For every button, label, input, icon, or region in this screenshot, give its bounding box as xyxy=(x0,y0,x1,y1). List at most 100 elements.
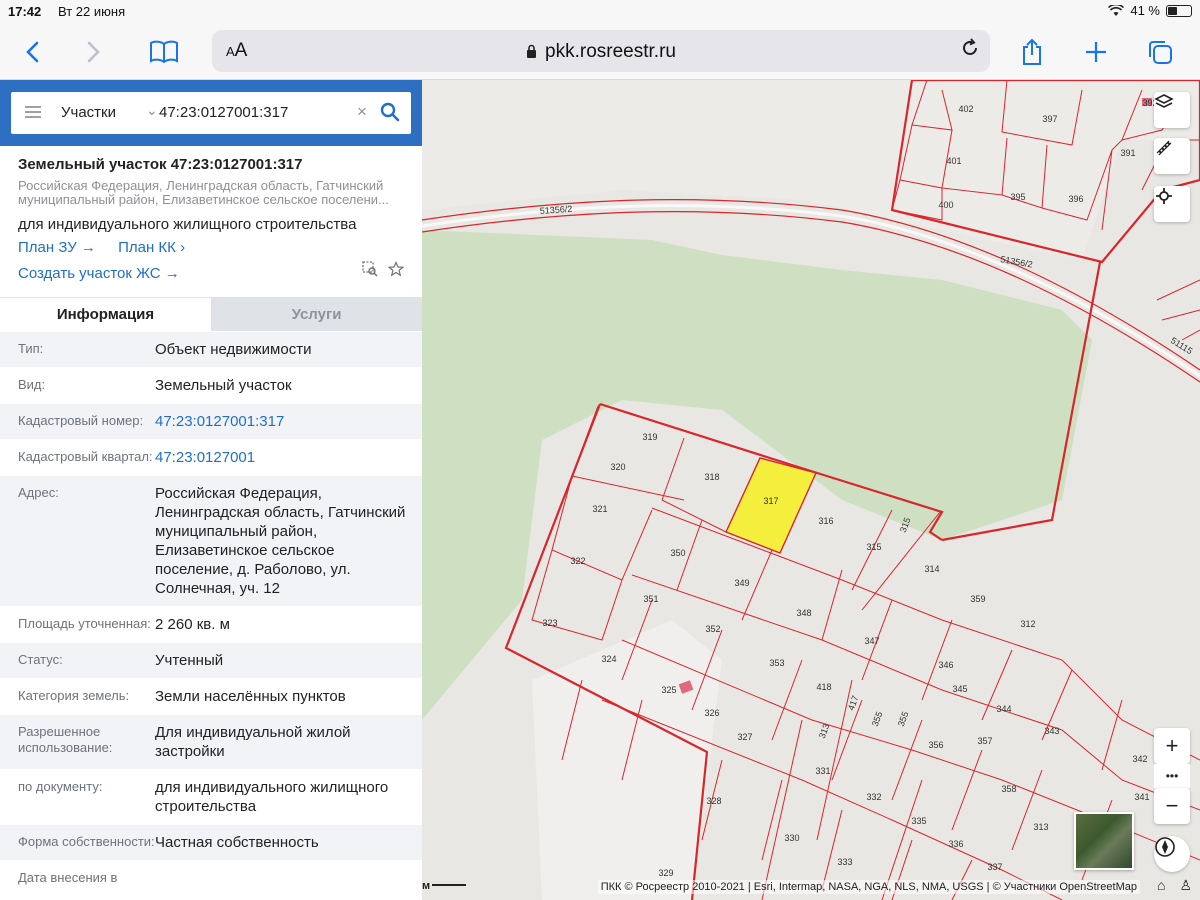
parcel-number-label: 319 xyxy=(642,432,657,442)
map-canvas[interactable]: 4023973924013914003953963873193203183173… xyxy=(422,80,1200,900)
star-icon[interactable] xyxy=(388,261,404,277)
parcel-address-short: Российская Федерация, Ленинградская обла… xyxy=(18,178,389,207)
compass-icon[interactable] xyxy=(1154,836,1190,872)
ruler-icon[interactable] xyxy=(1154,138,1190,174)
parcel-number-label: 418 xyxy=(816,682,831,692)
tab-information[interactable]: Информация xyxy=(0,297,211,331)
parcel-number-label: 331 xyxy=(815,766,830,776)
map-attribution: ПКК © Росреестр 2010-2021 | Esri, Interm… xyxy=(597,880,1140,894)
locate-on-map-icon[interactable] xyxy=(362,261,378,277)
parcel-number-label: 313 xyxy=(1033,822,1048,832)
info-table: Тип: Объект недвижимости Вид: Земельный уча… xyxy=(0,331,422,894)
info-key: Статус: xyxy=(18,652,63,667)
menu-icon[interactable] xyxy=(25,106,41,118)
info-value: 2 260 кв. м xyxy=(155,616,230,633)
forward-icon[interactable] xyxy=(76,34,112,70)
info-value: Земельный участок xyxy=(155,377,292,394)
info-row: Вид: Земельный участок xyxy=(0,367,422,403)
info-row: Тип: Объект недвижимости xyxy=(0,331,422,367)
search-icon[interactable] xyxy=(378,100,402,124)
bookmarks-icon[interactable] xyxy=(146,34,182,70)
parcel-number-label: 352 xyxy=(705,624,720,634)
parcel-number-label: 328 xyxy=(706,796,721,806)
parcel-number-label: 391 xyxy=(1120,148,1135,158)
parcel-links: План ЗУ → План КК › xyxy=(18,239,404,265)
parcel-number-label: 317 xyxy=(763,496,778,506)
browser-toolbar: AA pkk.rosreestr.ru xyxy=(0,24,1200,80)
parcel-number-label: 330 xyxy=(784,833,799,843)
share-icon[interactable] xyxy=(1014,34,1050,70)
parcel-number-label: 345 xyxy=(952,684,967,694)
info-key: Категория земель: xyxy=(18,688,130,703)
back-icon[interactable] xyxy=(14,34,50,70)
chevron-down-icon[interactable]: ⌄ xyxy=(146,102,158,119)
parcel-number-label: 337 xyxy=(987,862,1002,872)
info-key: Кадастровый квартал: xyxy=(18,449,153,464)
parcel-number-label: 332 xyxy=(866,792,881,802)
parcel-number-label: 351 xyxy=(643,594,658,604)
more-button[interactable]: ••• xyxy=(1154,764,1190,788)
info-value: для индивидуального жилищного строительс… xyxy=(155,779,389,815)
info-key: Форма собственности: xyxy=(18,834,155,849)
info-value: Земли населённых пунктов xyxy=(155,688,346,705)
battery-icon xyxy=(1166,4,1192,17)
info-key: Адрес: xyxy=(18,485,59,500)
parcel-number-label: 329 xyxy=(658,868,673,878)
basemap-switcher[interactable] xyxy=(1074,812,1134,870)
parcel-number-label: 324 xyxy=(601,654,616,664)
new-tab-icon[interactable] xyxy=(1078,34,1114,70)
parcel-number-label: 316 xyxy=(818,516,833,526)
parcel-purpose: для индивидуального жилищного строительс… xyxy=(18,216,357,233)
plan-kk-link[interactable]: План КК › xyxy=(118,239,185,256)
parcel-number-label: 350 xyxy=(670,548,685,558)
parcel-number-label: 353 xyxy=(769,658,784,668)
clear-icon[interactable]: × xyxy=(357,102,367,122)
parcel-number-label: 336 xyxy=(948,839,963,849)
info-row: Площадь уточненная: 2 260 кв. м xyxy=(0,606,422,642)
home-icon[interactable]: ⌂ xyxy=(1157,877,1165,894)
parcel-number-label: 343 xyxy=(1044,726,1059,736)
tab-services[interactable]: Услуги xyxy=(211,297,422,331)
zoom-out-button[interactable]: − xyxy=(1154,788,1190,824)
search-box[interactable]: Участки ⌄ 47:23:0127001:317 × xyxy=(11,92,411,134)
info-value-link[interactable]: 47:23:0127001 xyxy=(155,448,414,467)
cadastral-map[interactable]: 4023973924013914003953963873193203183173… xyxy=(422,80,1200,900)
battery-fill xyxy=(1168,6,1177,15)
info-value: Для индивидуальной жилой застройки xyxy=(155,724,351,760)
search-header: Участки ⌄ 47:23:0127001:317 × xyxy=(0,80,422,146)
date: Вт 22 июня xyxy=(58,4,126,19)
info-value-link[interactable]: 47:23:0127001:317 xyxy=(155,412,414,431)
info-key: Кадастровый номер: xyxy=(18,413,144,428)
info-value: Частная собственность xyxy=(155,834,319,851)
parcel-number-label: 400 xyxy=(938,200,953,210)
info-row: Форма собственности: Частная собственност… xyxy=(0,824,422,860)
tabs-icon[interactable] xyxy=(1142,34,1178,70)
parcel-number-label: 326 xyxy=(704,708,719,718)
plan-zu-link[interactable]: План ЗУ → xyxy=(18,239,96,256)
info-value: Учтенный xyxy=(155,652,224,669)
url-text: pkk.rosreestr.ru xyxy=(545,41,676,62)
info-row: Статус: Учтенный xyxy=(0,642,422,678)
zoom-in-button[interactable]: + xyxy=(1154,728,1190,764)
locate-icon[interactable] xyxy=(1154,186,1190,222)
address-bar[interactable]: AA pkk.rosreestr.ru xyxy=(212,30,990,72)
parcel-number-label: 402 xyxy=(958,104,973,114)
user-icon[interactable]: ♙ xyxy=(1179,877,1192,894)
parcel-number-label: 347 xyxy=(864,636,879,646)
parcel-title: Земельный участок 47:23:0127001:317 xyxy=(18,156,303,173)
parcel-number-label: 346 xyxy=(938,660,953,670)
parcel-number-label: 318 xyxy=(704,472,719,482)
parcel-links-2: Создать участок ЖС → xyxy=(18,261,404,291)
info-key: Вид: xyxy=(18,377,46,392)
info-value xyxy=(155,869,414,886)
layers-icon[interactable] xyxy=(1154,92,1190,128)
parcel-number-label: 344 xyxy=(996,704,1011,714)
create-zs-link[interactable]: Создать участок ЖС → xyxy=(18,265,180,282)
info-key: Площадь уточненная: xyxy=(18,616,151,631)
parcel-number-label: 349 xyxy=(734,578,749,588)
search-type-select[interactable]: Участки xyxy=(61,104,116,121)
reload-icon[interactable] xyxy=(960,38,980,64)
search-input[interactable]: 47:23:0127001:317 xyxy=(159,104,288,121)
parcel-number-label: 325 xyxy=(661,685,676,695)
parcel-panel: Участки ⌄ 47:23:0127001:317 × Земельный … xyxy=(0,80,422,900)
